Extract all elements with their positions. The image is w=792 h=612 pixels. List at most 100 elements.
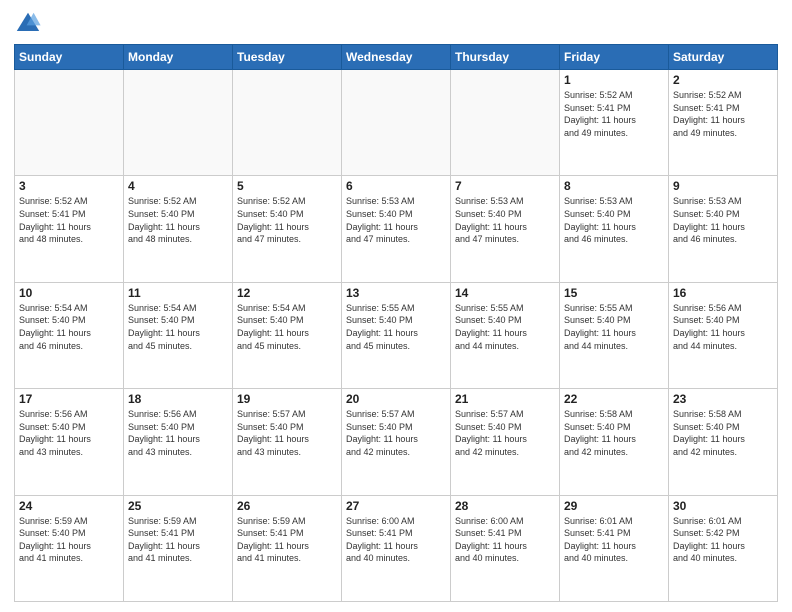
weekday-header-thursday: Thursday <box>451 45 560 70</box>
calendar-cell: 20Sunrise: 5:57 AM Sunset: 5:40 PM Dayli… <box>342 389 451 495</box>
day-info: Sunrise: 5:52 AM Sunset: 5:41 PM Dayligh… <box>19 195 119 245</box>
calendar-cell <box>233 70 342 176</box>
calendar-cell: 8Sunrise: 5:53 AM Sunset: 5:40 PM Daylig… <box>560 176 669 282</box>
calendar-cell: 23 Sunrise: 5:58 AM Sunset: 5:40 PM Dayli… <box>669 389 778 495</box>
calendar-cell: 1 Sunrise: 5:52 AM Sunset: 5:41 PM Daylig… <box>560 70 669 176</box>
calendar-cell: 7 Sunrise: 5:53 AM Sunset: 5:40 PM Daylig… <box>451 176 560 282</box>
calendar-cell: 13 Sunrise: 5:55 AM Sunset: 5:40 PM Dayli… <box>342 282 451 388</box>
day-info: Sunrise: 5:57 AM Sunset: 5:40 PM Dayligh… <box>455 408 555 458</box>
day-info: Sunrise: 5:54 AM Sunset: 5:40 PM Dayligh… <box>19 302 119 352</box>
day-number: 13 <box>346 286 446 300</box>
day-number: 26 <box>237 499 337 513</box>
calendar-cell: 15 Sunrise: 5:55 AM Sunset: 5:40 PM Dayli… <box>560 282 669 388</box>
day-info: Sunrise: 5:55 AM Sunset: 5:40 PM Dayligh… <box>455 302 555 352</box>
day-info: Sunrise: 5:53 AM Sunset: 5:40 PM Dayligh… <box>673 195 773 245</box>
calendar-cell <box>124 70 233 176</box>
day-number: 6 <box>346 179 446 193</box>
page: SundayMondayTuesdayWednesdayThursdayFrid… <box>0 0 792 612</box>
day-number: 24 <box>19 499 119 513</box>
logo-icon <box>14 10 42 38</box>
day-info: Sunrise: 5:54 AM Sunset: 5:40 PM Dayligh… <box>128 302 228 352</box>
day-info: Sunrise: 5:56 AM Sunset: 5:40 PM Dayligh… <box>19 408 119 458</box>
calendar-cell: 22 Sunrise: 5:58 AM Sunset: 5:40 PM Dayli… <box>560 389 669 495</box>
day-info: Sunrise: 5:59 AM Sunset: 5:41 PM Dayligh… <box>128 515 228 565</box>
weekday-header-saturday: Saturday <box>669 45 778 70</box>
day-info: Sunrise: 5:56 AM Sunset: 5:40 PM Dayligh… <box>128 408 228 458</box>
day-number: 15 <box>564 286 664 300</box>
calendar-cell: 24 Sunrise: 5:59 AM Sunset: 5:40 PM Dayli… <box>15 495 124 601</box>
calendar-cell: 19 Sunrise: 5:57 AM Sunset: 5:40 PM Dayli… <box>233 389 342 495</box>
week-row-4: 17 Sunrise: 5:56 AM Sunset: 5:40 PM Dayli… <box>15 389 778 495</box>
day-number: 29 <box>564 499 664 513</box>
day-info: Sunrise: 5:55 AM Sunset: 5:40 PM Dayligh… <box>346 302 446 352</box>
day-number: 9 <box>673 179 773 193</box>
calendar-cell: 11 Sunrise: 5:54 AM Sunset: 5:40 PM Dayli… <box>124 282 233 388</box>
calendar-cell: 25 Sunrise: 5:59 AM Sunset: 5:41 PM Dayli… <box>124 495 233 601</box>
day-number: 3 <box>19 179 119 193</box>
day-number: 21 <box>455 392 555 406</box>
day-number: 7 <box>455 179 555 193</box>
day-number: 12 <box>237 286 337 300</box>
day-info: Sunrise: 5:56 AM Sunset: 5:40 PM Dayligh… <box>673 302 773 352</box>
calendar-cell <box>15 70 124 176</box>
day-number: 17 <box>19 392 119 406</box>
calendar-cell: 3 Sunrise: 5:52 AM Sunset: 5:41 PM Daylig… <box>15 176 124 282</box>
calendar-cell: 5 Sunrise: 5:52 AM Sunset: 5:40 PM Daylig… <box>233 176 342 282</box>
day-info: Sunrise: 6:00 AM Sunset: 5:41 PM Dayligh… <box>346 515 446 565</box>
day-number: 1 <box>564 73 664 87</box>
day-info: Sunrise: 5:59 AM Sunset: 5:41 PM Dayligh… <box>237 515 337 565</box>
weekday-header-sunday: Sunday <box>15 45 124 70</box>
day-info: Sunrise: 5:54 AM Sunset: 5:40 PM Dayligh… <box>237 302 337 352</box>
day-number: 25 <box>128 499 228 513</box>
day-info: Sunrise: 5:59 AM Sunset: 5:40 PM Dayligh… <box>19 515 119 565</box>
calendar-cell: 16 Sunrise: 5:56 AM Sunset: 5:40 PM Dayli… <box>669 282 778 388</box>
weekday-header-wednesday: Wednesday <box>342 45 451 70</box>
week-row-5: 24 Sunrise: 5:59 AM Sunset: 5:40 PM Dayli… <box>15 495 778 601</box>
day-info: Sunrise: 5:58 AM Sunset: 5:40 PM Dayligh… <box>673 408 773 458</box>
weekday-header-row: SundayMondayTuesdayWednesdayThursdayFrid… <box>15 45 778 70</box>
day-number: 20 <box>346 392 446 406</box>
calendar-cell: 30 Sunrise: 6:01 AM Sunset: 5:42 PM Dayli… <box>669 495 778 601</box>
day-info: Sunrise: 5:55 AM Sunset: 5:40 PM Dayligh… <box>564 302 664 352</box>
day-info: Sunrise: 5:52 AM Sunset: 5:41 PM Dayligh… <box>673 89 773 139</box>
day-number: 30 <box>673 499 773 513</box>
day-info: Sunrise: 6:01 AM Sunset: 5:42 PM Dayligh… <box>673 515 773 565</box>
calendar-cell: 17 Sunrise: 5:56 AM Sunset: 5:40 PM Dayli… <box>15 389 124 495</box>
day-number: 23 <box>673 392 773 406</box>
weekday-header-friday: Friday <box>560 45 669 70</box>
day-info: Sunrise: 5:52 AM Sunset: 5:41 PM Dayligh… <box>564 89 664 139</box>
day-info: Sunrise: 5:57 AM Sunset: 5:40 PM Dayligh… <box>237 408 337 458</box>
day-info: Sunrise: 5:52 AM Sunset: 5:40 PM Dayligh… <box>237 195 337 245</box>
day-number: 2 <box>673 73 773 87</box>
day-info: Sunrise: 5:58 AM Sunset: 5:40 PM Dayligh… <box>564 408 664 458</box>
day-info: Sunrise: 5:53 AM Sunset: 5:40 PM Dayligh… <box>564 195 664 245</box>
calendar-cell: 18 Sunrise: 5:56 AM Sunset: 5:40 PM Dayli… <box>124 389 233 495</box>
weekday-header-monday: Monday <box>124 45 233 70</box>
day-number: 19 <box>237 392 337 406</box>
calendar-cell: 2 Sunrise: 5:52 AM Sunset: 5:41 PM Daylig… <box>669 70 778 176</box>
day-number: 16 <box>673 286 773 300</box>
week-row-1: 1 Sunrise: 5:52 AM Sunset: 5:41 PM Daylig… <box>15 70 778 176</box>
header <box>14 10 778 38</box>
calendar-cell: 4 Sunrise: 5:52 AM Sunset: 5:40 PM Daylig… <box>124 176 233 282</box>
day-number: 5 <box>237 179 337 193</box>
calendar-cell: 27 Sunrise: 6:00 AM Sunset: 5:41 PM Dayli… <box>342 495 451 601</box>
logo <box>14 10 46 38</box>
day-info: Sunrise: 6:00 AM Sunset: 5:41 PM Dayligh… <box>455 515 555 565</box>
day-number: 18 <box>128 392 228 406</box>
day-number: 27 <box>346 499 446 513</box>
calendar-cell: 28Sunrise: 6:00 AM Sunset: 5:41 PM Dayli… <box>451 495 560 601</box>
calendar-cell: 12 Sunrise: 5:54 AM Sunset: 5:40 PM Dayli… <box>233 282 342 388</box>
day-number: 11 <box>128 286 228 300</box>
day-number: 4 <box>128 179 228 193</box>
day-info: Sunrise: 6:01 AM Sunset: 5:41 PM Dayligh… <box>564 515 664 565</box>
calendar-cell: 9 Sunrise: 5:53 AM Sunset: 5:40 PM Daylig… <box>669 176 778 282</box>
calendar-cell: 10 Sunrise: 5:54 AM Sunset: 5:40 PM Dayli… <box>15 282 124 388</box>
day-number: 22 <box>564 392 664 406</box>
day-info: Sunrise: 5:53 AM Sunset: 5:40 PM Dayligh… <box>346 195 446 245</box>
calendar-cell: 14Sunrise: 5:55 AM Sunset: 5:40 PM Dayli… <box>451 282 560 388</box>
day-info: Sunrise: 5:52 AM Sunset: 5:40 PM Dayligh… <box>128 195 228 245</box>
day-number: 10 <box>19 286 119 300</box>
calendar-cell <box>451 70 560 176</box>
day-info: Sunrise: 5:53 AM Sunset: 5:40 PM Dayligh… <box>455 195 555 245</box>
